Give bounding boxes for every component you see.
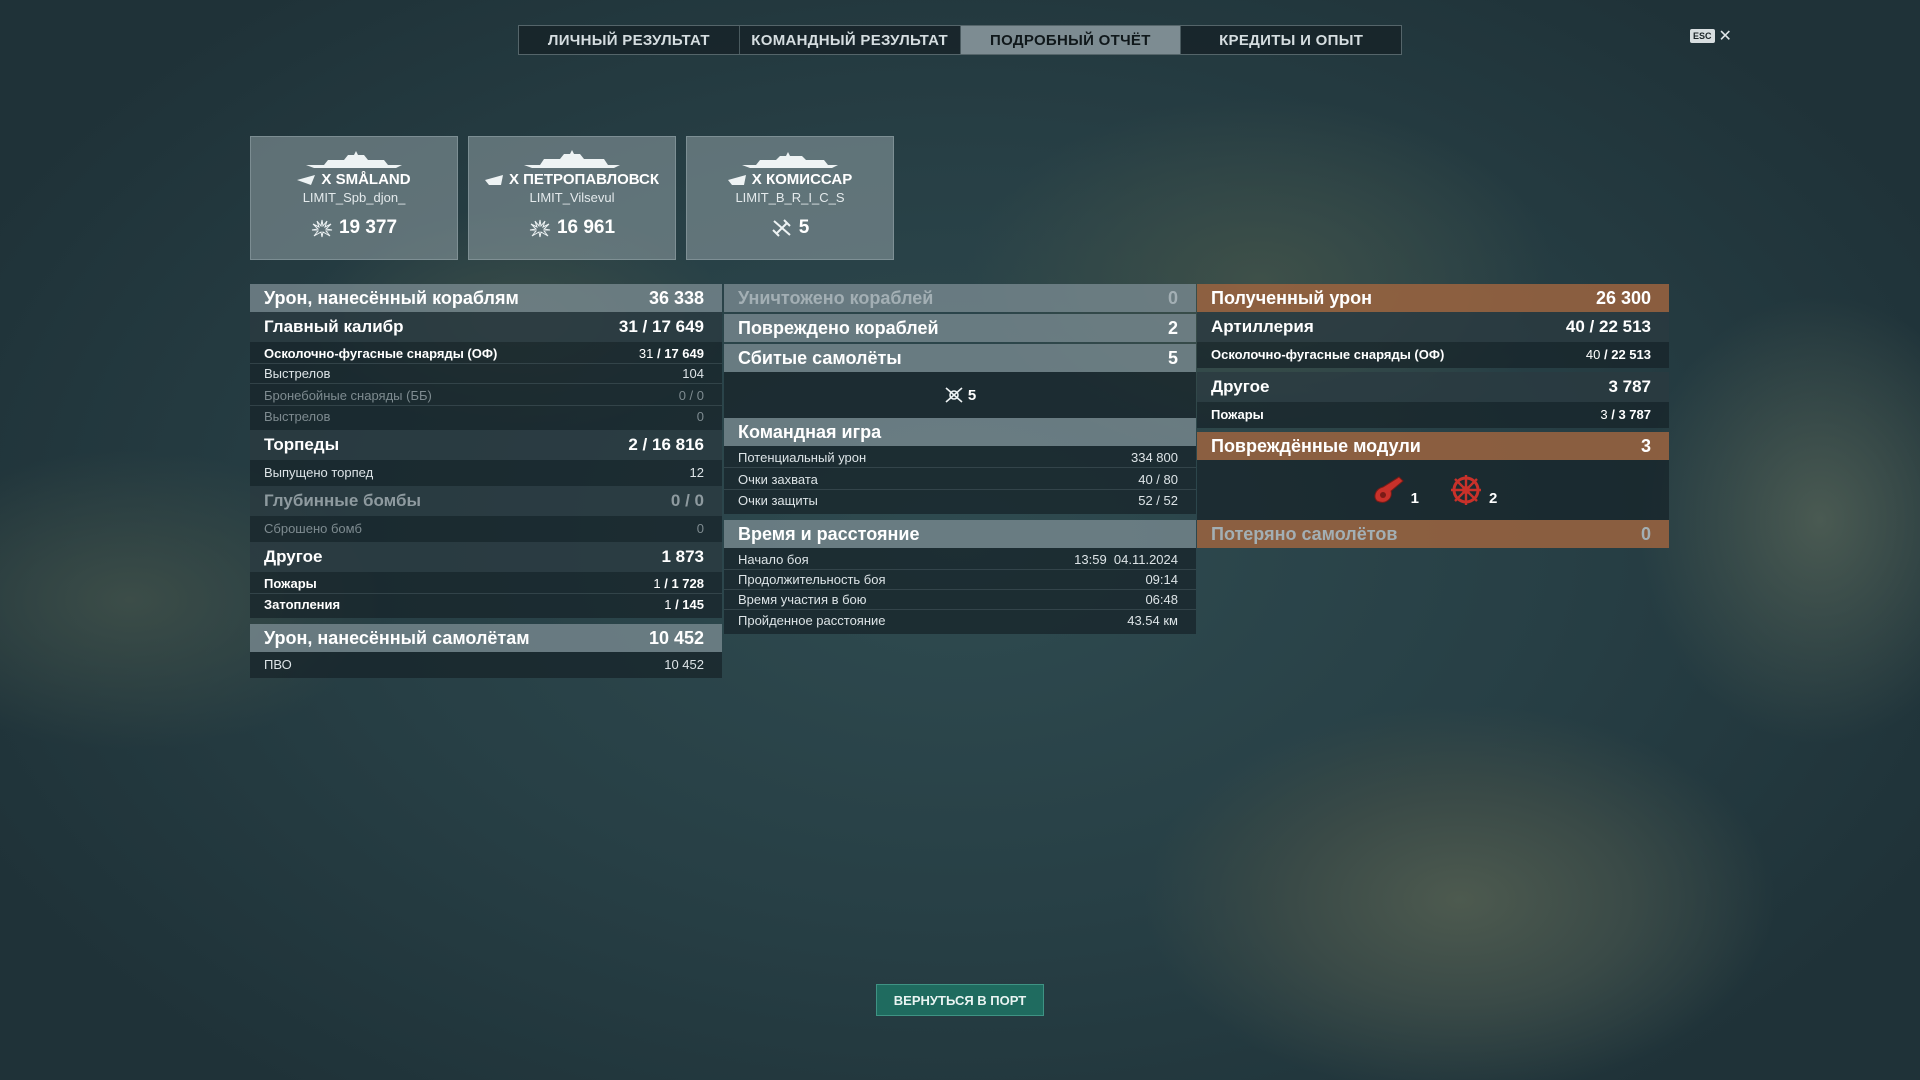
value: 31 / 17 649 [618,317,704,336]
table-row: Затопления 1 / 145 [264,596,704,612]
cruiser-class-icon [484,174,503,185]
module-count: 2 [1489,490,1498,507]
table-row: Сброшено бомб 0 [264,520,704,536]
tab-credits-xp[interactable]: КРЕДИТЫ И ОПЫТ [1181,26,1401,54]
label: Главный калибр [264,317,404,336]
table-row: ПВО 10 452 [264,656,704,672]
depth-charges-rows: Сброшено бомб 0 [250,516,722,542]
ship-name: X ПЕТРОПАВЛОВСК [508,171,660,188]
ship-stat-value: 19 377 [338,217,398,238]
ship-stat-value: 16 961 [556,217,616,238]
close-button[interactable]: ESC ✕ [1690,26,1732,46]
other-received-subheader: Другое 3 787 [1197,372,1669,402]
ship-card: X ПЕТРОПАВЛОВСК LIMIT_Vilsevul 16 961 [468,136,676,260]
damaged-modules-header: Повреждённые модули 3 [1197,432,1669,460]
close-icon: ✕ [1718,28,1732,45]
ship-stat-value: 5 [798,217,810,238]
table-row: Очки захвата 40 / 80 [724,470,1196,490]
ship-silhouette-icon [742,152,838,168]
table-row: Начало боя 13:59 04.11.2024 [724,550,1196,570]
table-row: Бронебойные снаряды (ББ) 0 / 0 [250,386,722,406]
planes-shot-count: 5 [967,387,977,404]
ship-card: X КОМИССАР LIMIT_B_R_I_C_S 5 [686,136,894,260]
table-row: Очки защиты 52 / 52 [738,492,1178,508]
damage-ships-header: Урон, нанесённый кораблям 36 338 [250,284,722,312]
return-to-port-button[interactable]: ВЕРНУТЬСЯ В ПОРТ [876,984,1044,1016]
combat-summary-column: Уничтожено кораблей 0 Повреждено кораблей… [724,284,1196,634]
artillery-rows: Осколочно-фугасные снаряды (ОФ) 40 / 22 … [1197,342,1669,368]
table-row: Время участия в бою 06:48 [724,590,1196,610]
table-row: Осколочно-фугасные снаряды (ОФ) 31 / 17 … [250,344,722,364]
other-received-rows: Пожары 3 / 3 787 [1197,402,1669,428]
result-tabs: ЛИЧНЫЙ РЕЗУЛЬТАТ КОМАНДНЫЙ РЕЗУЛЬТАТ ПОД… [518,25,1402,55]
player-name: LIMIT_Vilsevul [529,190,615,205]
table-row: Продолжительность боя 09:14 [724,570,1196,590]
value: 36 338 [648,287,704,308]
steering-wheel-icon [1451,475,1481,505]
team-play-rows: Потенциальный урон 334 800 Очки захвата 40… [724,446,1196,514]
player-name: LIMIT_Spb_djon_ [302,190,406,205]
time-distance-header: Время и расстояние [724,520,1196,548]
artillery-subheader: Артиллерия 40 / 22 513 [1197,312,1669,342]
player-name: LIMIT_B_R_I_C_S [735,190,845,205]
damage-planes-header: Урон, нанесённый самолётам 10 452 [250,624,722,652]
table-row: Выпущено торпед 12 [264,464,704,480]
ship-silhouette-icon [306,151,402,168]
plane-shot-icon [945,387,963,403]
table-row: Выстрелов 0 [264,408,704,424]
tab-team-result[interactable]: КОМАНДНЫЙ РЕЗУЛЬТАТ [740,26,961,54]
received-damage-header: Полученный урон 26 300 [1197,284,1669,312]
table-row: Осколочно-фугасные снаряды (ОФ) 40 / 22 … [1211,346,1651,362]
module-count: 1 [1410,490,1419,507]
other-subheader: Другое 1 873 [250,542,722,572]
team-play-header: Командная игра [724,418,1196,446]
damage-burst-icon [311,219,333,238]
table-row: Пожары 1 / 1 728 [250,574,722,594]
cruiser-class-icon [727,174,746,185]
damage-burst-icon [529,219,551,238]
main-caliber-rows: Осколочно-фугасные снаряды (ОФ) 31 / 17 … [250,342,722,430]
table-row: Потенциальный урон 334 800 [724,448,1196,468]
other-rows: Пожары 1 / 1 728 Затопления 1 / 145 [250,572,722,618]
torpedoes-subheader: Торпеды 2 / 16 816 [250,430,722,460]
depth-charges-subheader: Глубинные бомбы 0 / 0 [250,486,722,516]
ship-card: X SMÅLAND LIMIT_Spb_djon_ 19 377 [250,136,458,260]
ship-silhouette-icon [524,150,620,168]
table-row: Пожары 3 / 3 787 [1211,406,1651,422]
ship-name: X SMÅLAND [321,171,411,188]
label: Урон, нанесённый кораблям [264,287,519,308]
damage-dealt-column: Урон, нанесённый кораблям 36 338 Главный… [250,284,722,678]
destroyed-ships-header: Уничтожено кораблей 0 [724,284,1196,312]
planes-shot-header: Сбитые самолёты 5 [724,344,1196,372]
tab-personal-result[interactable]: ЛИЧНЫЙ РЕЗУЛЬТАТ [519,26,740,54]
damaged-ships-header: Повреждено кораблей 2 [724,314,1196,342]
aa-rows: ПВО 10 452 [250,652,722,678]
main-caliber-subheader: Главный калибр 31 / 17 649 [250,312,722,342]
destroyer-class-icon [297,174,316,185]
esc-key-icon: ESC [1690,29,1715,43]
plane-shot-icon [771,219,791,237]
turret-icon [1374,476,1404,503]
table-row: Выстрелов 104 [250,364,722,384]
damage-received-column: Полученный урон 26 300 Артиллерия 40 / 22… [1197,284,1669,548]
planes-shot-icons: 5 [724,372,1196,418]
ship-name: X КОМИССАР [751,171,853,188]
damaged-modules-icons: 1 2 [1197,460,1669,520]
time-distance-rows: Начало боя 13:59 04.11.2024 Продолжительн… [724,548,1196,634]
tab-detailed-report[interactable]: ПОДРОБНЫЙ ОТЧЁТ [960,26,1182,54]
table-row: Пройденное расстояние 43.54 км [738,612,1178,628]
planes-lost-header: Потеряно самолётов 0 [1197,520,1669,548]
ship-cards: X SMÅLAND LIMIT_Spb_djon_ 19 377 X ПЕТРО… [250,136,894,260]
torpedoes-rows: Выпущено торпед 12 [250,460,722,486]
